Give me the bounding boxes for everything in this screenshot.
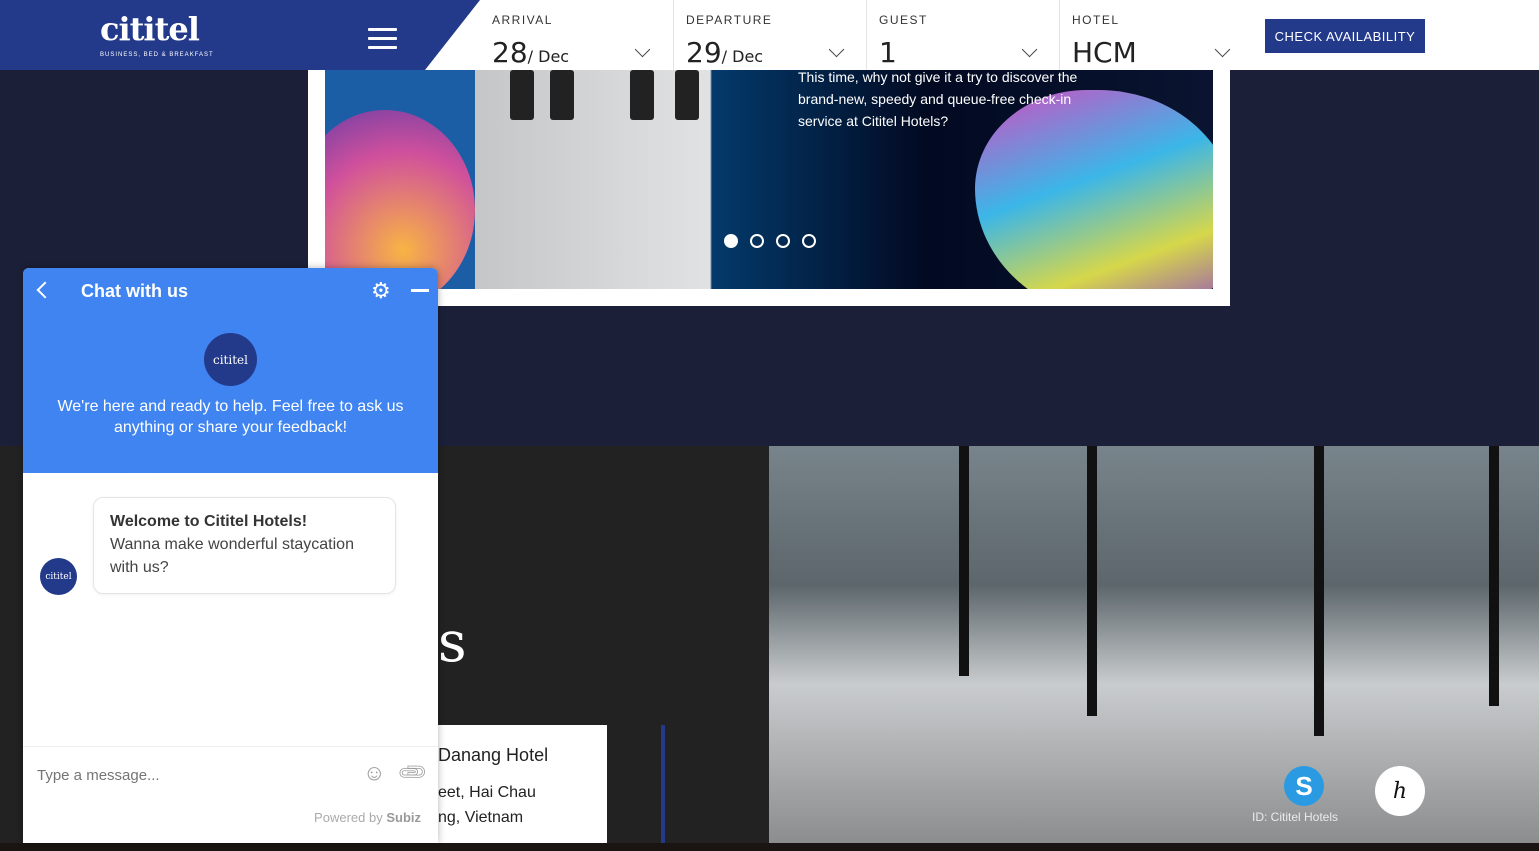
slider-dot[interactable] — [724, 234, 738, 248]
top-header: cititel BUSINESS, BED & BREAKFAST ARRIVA… — [0, 0, 1539, 70]
gear-icon[interactable]: ⚙ — [371, 278, 391, 304]
attachment-icon[interactable]: 📎︎ — [395, 755, 431, 791]
hotel-address-2: ng, Vietnam — [438, 809, 524, 826]
guest-label: GUEST — [879, 13, 928, 27]
signature-icon[interactable]: h — [1375, 766, 1425, 816]
hero-slide-image: This time, why not give it a try to disc… — [325, 70, 1213, 289]
door-handle — [550, 70, 574, 120]
logo[interactable]: cititel — [100, 10, 200, 48]
slider-dot[interactable] — [802, 234, 816, 248]
guest-select[interactable]: GUEST 1 — [866, 0, 1059, 70]
welcome-body: Wanna make wonderful staycation with us? — [110, 536, 354, 576]
pendant-lamp — [1087, 446, 1097, 716]
chat-title: Chat with us — [81, 281, 188, 301]
chat-header: Chat with us ⚙ cititel We're here and re… — [23, 268, 438, 473]
slider-dots — [724, 234, 816, 248]
chevron-down-icon — [634, 41, 651, 58]
arrival-value: 28/ Dec — [492, 36, 569, 69]
wave-decoration — [23, 448, 438, 473]
divider — [661, 725, 665, 843]
skype-icon[interactable]: S — [1284, 766, 1324, 806]
hotel-name: Danang Hotel — [438, 745, 549, 765]
guest-value: 1 — [879, 36, 897, 69]
chat-input-bar: ☺ 📎︎ Powered by Subiz — [23, 746, 438, 843]
arrival-select[interactable]: ARRIVAL 28/ Dec — [480, 0, 673, 70]
departure-select[interactable]: DEPARTURE 29/ Dec — [673, 0, 866, 70]
slider-dot[interactable] — [776, 234, 790, 248]
message-input[interactable] — [37, 767, 337, 784]
hotel-select[interactable]: HOTEL HCM — [1059, 0, 1239, 70]
minimize-icon[interactable] — [411, 289, 429, 292]
pendant-lamp — [959, 446, 969, 676]
emoji-icon[interactable]: ☺ — [363, 760, 385, 786]
departure-value: 29/ Dec — [686, 36, 763, 69]
logo-tagline: BUSINESS, BED & BREAKFAST — [100, 52, 214, 58]
powered-brand: Subiz — [386, 810, 421, 825]
blob-decoration — [325, 110, 475, 289]
departure-label: DEPARTURE — [686, 13, 773, 27]
powered-by[interactable]: Powered by Subiz — [314, 810, 421, 825]
arrival-month: / Dec — [527, 47, 570, 66]
slide-caption: This time, why not give it a try to disc… — [798, 70, 1078, 129]
departure-month: / Dec — [721, 47, 764, 66]
skype-id: ID: Cititel Hotels — [1252, 810, 1339, 824]
agent-avatar: cititel — [40, 558, 77, 595]
welcome-title: Welcome to Cititel Hotels! — [110, 513, 308, 530]
chat-intro: We're here and ready to help. Feel free … — [57, 398, 404, 436]
slider-dot[interactable] — [750, 234, 764, 248]
powered-prefix: Powered by — [314, 810, 383, 825]
pendant-lamp — [1314, 446, 1324, 736]
arrival-label: ARRIVAL — [492, 13, 553, 27]
avatar: cititel — [204, 333, 257, 386]
arrival-day: 28 — [492, 36, 528, 69]
chevron-down-icon — [1214, 41, 1231, 58]
bottom-strip — [0, 843, 1539, 851]
hotel-label: HOTEL — [1072, 13, 1120, 27]
pendant-lamp — [1489, 446, 1499, 706]
door-handle — [675, 70, 699, 120]
door-handle — [510, 70, 534, 120]
check-availability-button[interactable]: CHECK AVAILABILITY — [1265, 19, 1425, 53]
chevron-down-icon — [828, 41, 845, 58]
hamburger-menu-icon[interactable] — [368, 28, 397, 50]
chat-widget: Chat with us ⚙ cititel We're here and re… — [23, 268, 438, 843]
welcome-message: Welcome to Cititel Hotels! Wanna make wo… — [93, 497, 396, 594]
chevron-down-icon — [1021, 41, 1038, 58]
back-icon[interactable] — [36, 281, 54, 299]
hotel-card[interactable]: Danang Hotel eet, Hai Chau ng, Vietnam — [420, 725, 607, 843]
door-handle — [630, 70, 654, 120]
hotel-value: HCM — [1072, 36, 1137, 69]
departure-day: 29 — [686, 36, 722, 69]
hotel-address-1: eet, Hai Chau — [438, 784, 536, 801]
brand-bar — [0, 0, 480, 70]
